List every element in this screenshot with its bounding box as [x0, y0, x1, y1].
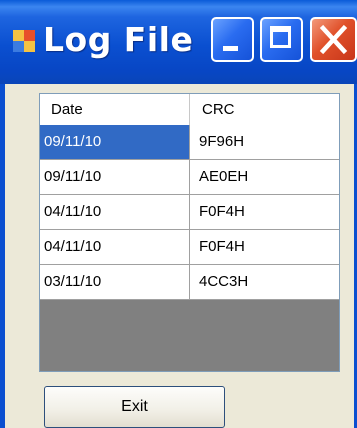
crc-cell[interactable]: 4CC3H [190, 265, 339, 299]
maximize-button[interactable] [260, 17, 303, 62]
date-cell[interactable]: 09/11/10 [40, 125, 190, 159]
crc-cell[interactable]: F0F4H [190, 230, 339, 264]
date-cell[interactable]: 04/11/10 [40, 195, 190, 229]
date-cell[interactable]: 03/11/10 [40, 265, 190, 299]
exit-button[interactable]: Exit [44, 386, 225, 428]
date-cell[interactable]: 09/11/10 [40, 160, 190, 194]
grid-header: Date CRC [40, 94, 339, 126]
date-cell[interactable]: 04/11/10 [40, 230, 190, 264]
minimize-icon [223, 46, 238, 51]
window-border-left [0, 84, 5, 428]
crc-cell[interactable]: 9F96H [190, 125, 339, 159]
close-button[interactable] [310, 17, 357, 62]
minimize-button[interactable] [211, 17, 254, 62]
table-row[interactable]: 04/11/10 F0F4H [40, 195, 339, 230]
table-row[interactable]: 04/11/10 F0F4H [40, 230, 339, 265]
app-icon[interactable] [13, 30, 35, 52]
maximize-icon [270, 26, 291, 48]
window-title: Log File [43, 20, 194, 59]
crc-cell[interactable]: F0F4H [190, 195, 339, 229]
close-icon [319, 24, 348, 55]
log-data-grid[interactable]: Date CRC 09/11/10 9F96H 09/11/10 AE0EH 0… [39, 93, 340, 372]
table-row[interactable]: 09/11/10 AE0EH [40, 160, 339, 195]
column-header-date[interactable]: Date [40, 94, 190, 125]
grid-rows: 09/11/10 9F96H 09/11/10 AE0EH 04/11/10 F… [40, 125, 339, 300]
column-header-crc[interactable]: CRC [190, 94, 339, 125]
table-row[interactable]: 09/11/10 9F96H [40, 125, 339, 160]
title-bar[interactable]: Log File [0, 0, 357, 84]
crc-cell[interactable]: AE0EH [190, 160, 339, 194]
table-row[interactable]: 03/11/10 4CC3H [40, 265, 339, 300]
log-file-window: Log File Date CRC 09/11/10 9F96H 09/11/1… [0, 0, 357, 428]
